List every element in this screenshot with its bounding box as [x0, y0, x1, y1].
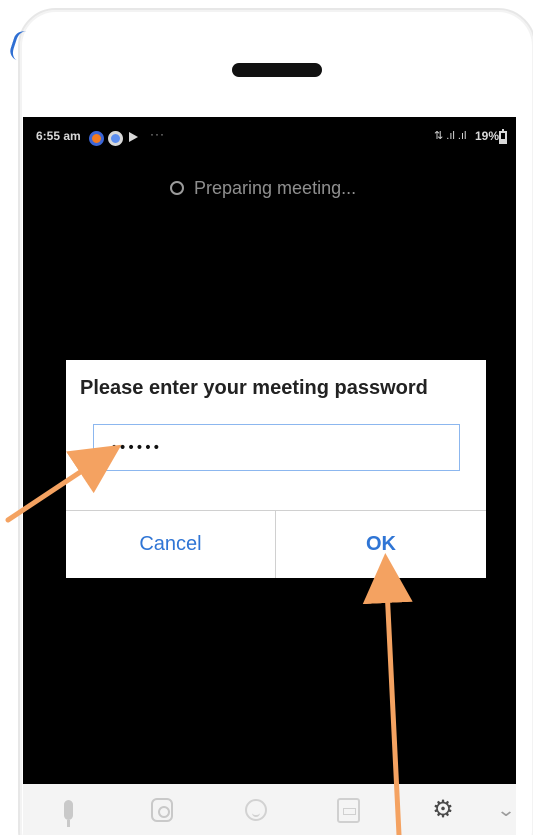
- ok-button[interactable]: OK: [276, 511, 486, 578]
- battery-icon: [499, 129, 507, 144]
- video-camera-icon[interactable]: [147, 795, 177, 825]
- screenshot-canvas: 6:55 am ··· ⇅ .ıl .ıl 19% Preparing meet…: [0, 0, 533, 835]
- share-screen-icon[interactable]: [333, 795, 363, 825]
- loading-spinner-icon: [170, 181, 184, 195]
- settings-icon[interactable]: ⚙: [428, 795, 458, 825]
- meeting-toolbar: ⚙ ⌄: [23, 784, 516, 835]
- status-bar: 6:55 am ··· ⇅ .ıl .ıl 19%: [23, 127, 516, 149]
- microphone-shape: [63, 800, 73, 827]
- battery-percentage: 19%: [475, 129, 500, 143]
- emoji-shape: [245, 799, 267, 821]
- cancel-button[interactable]: Cancel: [66, 511, 275, 578]
- play-icon: [129, 132, 138, 142]
- share-screen-shape: [336, 797, 360, 823]
- dialog-title: Please enter your meeting password: [80, 377, 428, 399]
- notification-app-icon: [108, 131, 123, 146]
- chevron-down-icon[interactable]: ⌄: [494, 795, 516, 825]
- network-signal-icons: ⇅ .ıl .ıl: [434, 130, 467, 142]
- preparing-meeting-status: Preparing meeting...: [170, 173, 356, 203]
- status-time: 6:55 am: [36, 129, 81, 143]
- meeting-password-field[interactable]: [93, 424, 460, 471]
- video-camera-shape: [151, 798, 173, 822]
- emoji-icon[interactable]: [241, 795, 271, 825]
- preparing-meeting-text: Preparing meeting...: [194, 177, 357, 198]
- microphone-icon[interactable]: [53, 795, 83, 827]
- meeting-password-dialog: Please enter your meeting password Cance…: [66, 360, 486, 578]
- phone-speaker: [232, 63, 322, 77]
- notification-app-icon: [89, 131, 104, 146]
- phone-screen: 6:55 am ··· ⇅ .ıl .ıl 19% Preparing meet…: [23, 117, 516, 784]
- more-notifications-indicator: ···: [150, 127, 165, 141]
